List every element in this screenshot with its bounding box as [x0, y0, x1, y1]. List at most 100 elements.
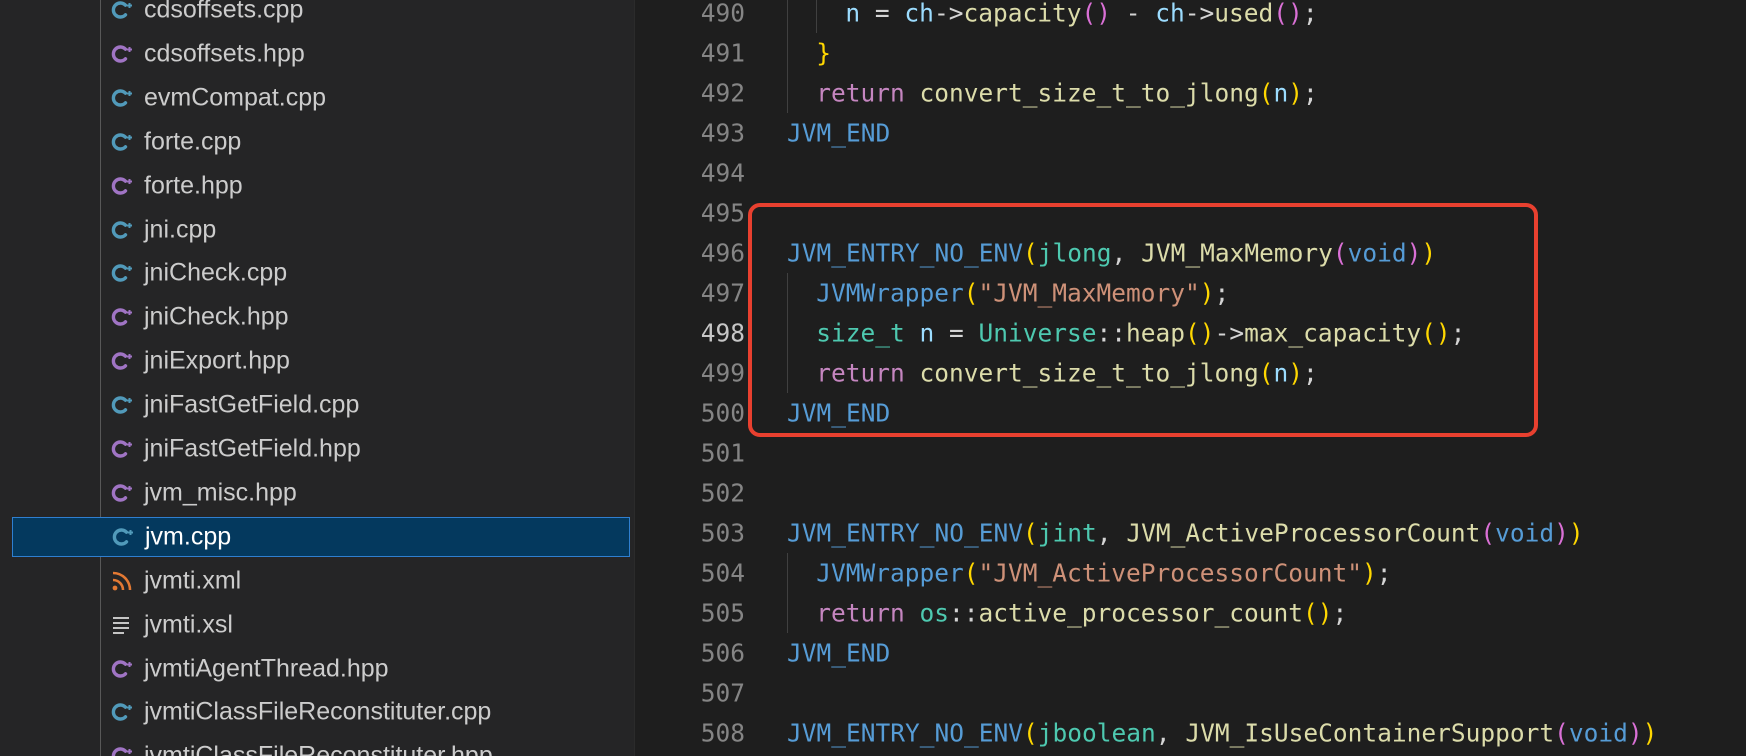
- cpp-file-icon: [110, 0, 134, 22]
- file-item[interactable]: cdsoffsets.cpp: [12, 0, 630, 30]
- code-token: ;: [1302, 0, 1318, 28]
- code-token: used: [1214, 0, 1274, 28]
- file-item[interactable]: forte.hpp: [12, 166, 630, 206]
- hpp-file-icon: [110, 42, 134, 66]
- code-token: void: [1495, 518, 1555, 548]
- code-line[interactable]: 493 JVM_END: [635, 113, 1746, 153]
- file-item[interactable]: jniCheck.hpp: [12, 297, 630, 337]
- code-token: return: [816, 78, 905, 108]
- code-line[interactable]: 505 return os::active_processor_count();: [635, 593, 1746, 633]
- code-token: ): [1627, 718, 1643, 748]
- file-name: jvmti.xsl: [144, 610, 233, 639]
- file-name: jvm_misc.hpp: [144, 478, 297, 507]
- file-item[interactable]: jniFastGetField.hpp: [12, 429, 630, 469]
- code-text: JVM_END: [787, 639, 890, 668]
- file-name: jvmti.xml: [144, 566, 242, 595]
- hpp-file-icon: [110, 744, 134, 756]
- cpp-file-icon: [110, 86, 134, 110]
- code-line[interactable]: 503 JVM_ENTRY_NO_ENV(jint, JVM_ActiveProc…: [635, 513, 1746, 553]
- file-name: forte.cpp: [144, 127, 242, 156]
- code-token: ch: [904, 0, 934, 28]
- line-number: 505: [700, 598, 745, 628]
- cpp-file-icon: [110, 261, 134, 285]
- code-line[interactable]: 491}: [635, 33, 1746, 73]
- code-text: }: [816, 39, 831, 68]
- hpp-file-icon: [110, 349, 134, 373]
- line-number: 493: [700, 118, 745, 148]
- line-number: 497: [700, 278, 745, 308]
- code-token: ;: [1332, 598, 1348, 628]
- code-line[interactable]: 508 JVM_ENTRY_NO_ENV(jboolean, JVM_IsUseC…: [635, 713, 1746, 753]
- code-token: ch: [1155, 0, 1185, 28]
- code-token: n: [1273, 78, 1289, 108]
- cpp-file-icon: [111, 525, 135, 549]
- file-name: jniExport.hpp: [144, 346, 290, 375]
- code-token: ,: [1096, 518, 1127, 548]
- code-token: ): [1288, 78, 1304, 108]
- file-explorer[interactable]: cdsoffsets.cpp cdsoffsets.hpp evmCompat.cp…: [0, 0, 634, 756]
- indent-guide: [787, 33, 788, 73]
- code-token: (: [1258, 78, 1274, 108]
- file-item[interactable]: jvmti.xml: [12, 561, 630, 601]
- code-token: JVMWrapper: [816, 558, 964, 588]
- line-number: 498: [700, 318, 745, 348]
- hpp-file-icon: [110, 305, 134, 329]
- code-token: capacity: [963, 0, 1082, 28]
- code-token: jboolean: [1037, 718, 1156, 748]
- code-token: return: [816, 598, 905, 628]
- file-item[interactable]: jvmtiClassFileReconstituter.hpp: [12, 736, 630, 756]
- code-token: ,: [1155, 718, 1186, 748]
- vscode-window: cdsoffsets.cpp cdsoffsets.hpp evmCompat.cp…: [0, 0, 1746, 756]
- file-item[interactable]: jvmtiClassFileReconstituter.cpp: [12, 692, 630, 732]
- code-line[interactable]: 492 return convert_size_t_to_jlong(n);: [635, 73, 1746, 113]
- code-line[interactable]: 490 n = ch->capacity() - ch->used();: [635, 0, 1746, 33]
- code-token: (: [963, 558, 979, 588]
- line-number: 502: [700, 478, 745, 508]
- line-number: 494: [700, 158, 745, 188]
- file-item[interactable]: jniFastGetField.cpp: [12, 385, 630, 425]
- code-line[interactable]: 502: [635, 473, 1746, 513]
- code-line[interactable]: 507: [635, 673, 1746, 713]
- file-item[interactable]: jvmtiAgentThread.hpp: [12, 649, 630, 689]
- file-item[interactable]: cdsoffsets.hpp: [12, 34, 630, 74]
- code-line[interactable]: 506 JVM_END: [635, 633, 1746, 673]
- annotation-highlight-box: [748, 203, 1538, 437]
- file-item-selected[interactable]: jvm.cpp: [12, 516, 630, 557]
- line-number: 503: [700, 518, 745, 548]
- code-text: JVM_ENTRY_NO_ENV(jint, JVM_ActiveProcess…: [787, 519, 1584, 548]
- code-line[interactable]: 494: [635, 153, 1746, 193]
- code-token: jint: [1037, 518, 1097, 548]
- hpp-file-icon: [110, 481, 134, 505]
- code-token: (: [1480, 518, 1496, 548]
- file-item[interactable]: jvmti.xsl: [12, 605, 630, 645]
- code-token: void: [1568, 718, 1628, 748]
- code-token: JVM_END: [787, 638, 891, 668]
- file-item[interactable]: forte.cpp: [12, 122, 630, 162]
- cpp-file-icon: [110, 218, 134, 242]
- code-line[interactable]: 504 JVMWrapper("JVM_ActiveProcessorCount"…: [635, 553, 1746, 593]
- file-name: jvmtiAgentThread.hpp: [144, 654, 389, 682]
- code-token: JVM_END: [787, 118, 891, 148]
- line-number: 507: [700, 678, 745, 708]
- file-item[interactable]: jniCheck.cpp: [12, 253, 630, 293]
- file-item[interactable]: evmCompat.cpp: [12, 78, 630, 118]
- file-name: jvm.cpp: [145, 522, 232, 551]
- code-token: (): [1273, 0, 1303, 28]
- code-token: os: [919, 598, 949, 628]
- code-token: }: [816, 38, 831, 68]
- code-token: "JVM_ActiveProcessorCount": [978, 558, 1362, 588]
- code-token: JVM_IsUseContainerSupport: [1185, 718, 1555, 748]
- code-line[interactable]: 501: [635, 433, 1746, 473]
- code-token: ): [1642, 718, 1658, 748]
- text-file-icon: [110, 613, 134, 637]
- xml-file-icon: [110, 569, 134, 593]
- file-item[interactable]: jni.cpp: [12, 210, 630, 250]
- file-item[interactable]: jniExport.hpp: [12, 341, 630, 381]
- line-number: 501: [700, 438, 745, 468]
- file-name: forte.hpp: [144, 171, 243, 200]
- code-text: return convert_size_t_to_jlong(n);: [816, 79, 1318, 108]
- file-item[interactable]: jvm_misc.hpp: [12, 473, 630, 513]
- file-name: jniFastGetField.hpp: [144, 434, 361, 463]
